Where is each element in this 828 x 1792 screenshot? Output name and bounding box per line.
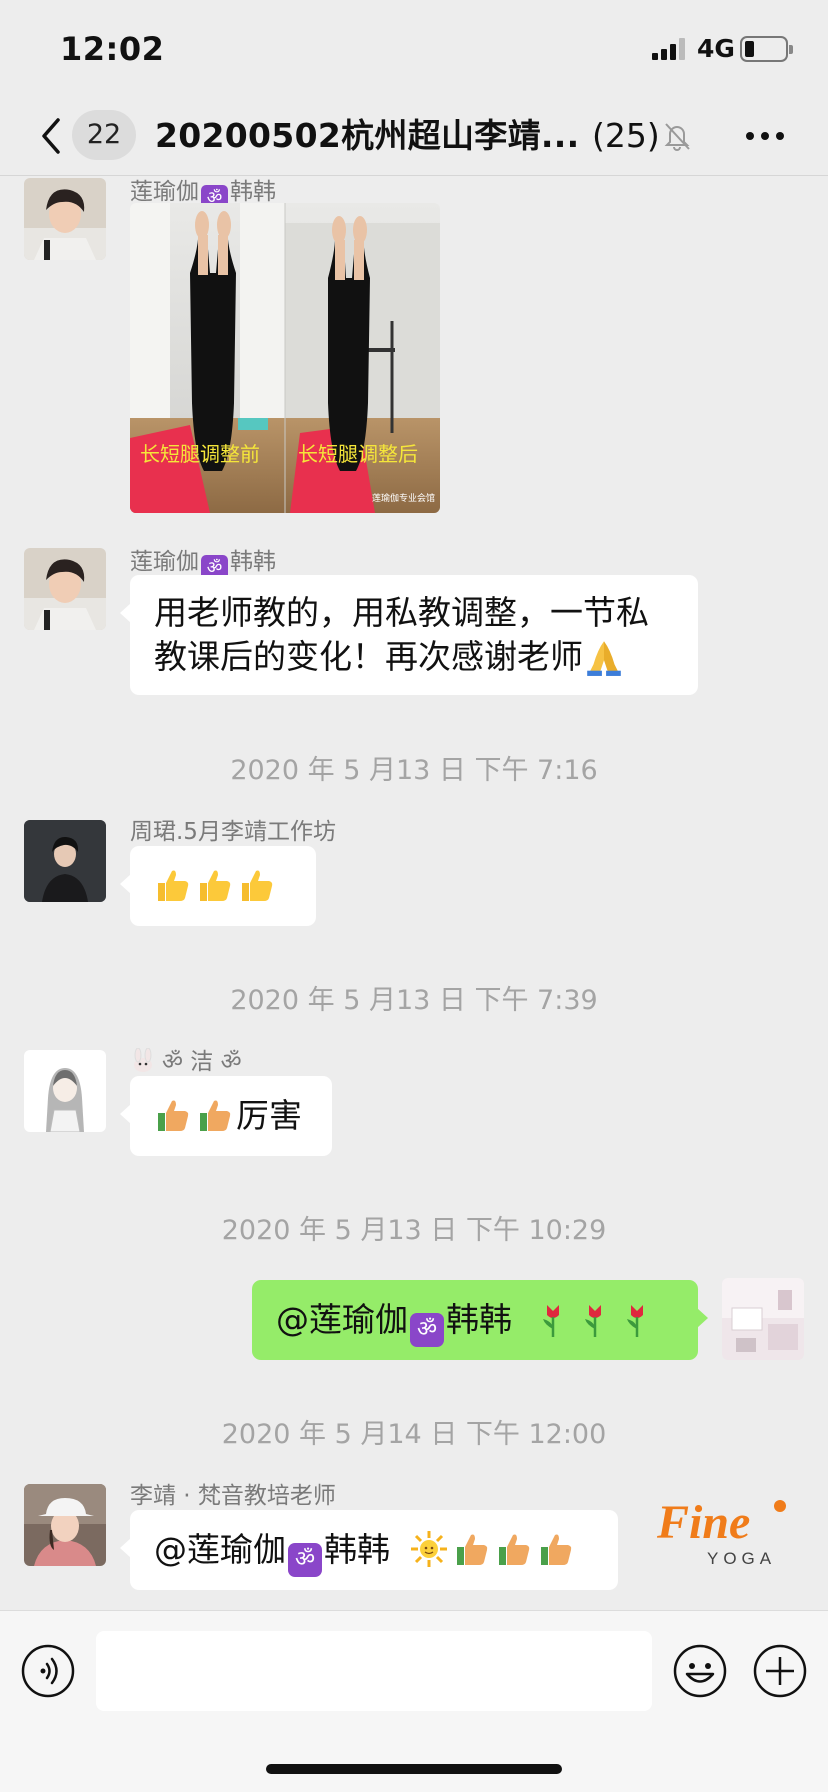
avatar-lian-yujia[interactable] [24,178,106,260]
thumbs-up-icon [158,870,189,901]
back-button[interactable] [36,110,66,162]
fine-yoga-watermark-logo: Fine YOGA [655,1492,790,1572]
member-count: (25) [592,116,660,155]
voice-icon [21,1644,75,1698]
timestamp: 2020 年 5 月13 日 下午 7:16 [230,755,598,786]
outgoing-message-bubble[interactable]: @莲瑜伽 ॐ 韩韩 [252,1280,708,1360]
tulip-icon [542,1305,559,1337]
tulip-icon [626,1305,643,1337]
thumbs-up-icon [540,1534,571,1565]
thumbs-up-icon [200,870,231,901]
more-options-button[interactable] [740,118,790,154]
avatar-lian-yujia[interactable] [24,548,106,630]
status-time: 12:02 [60,30,165,68]
thumbs-up-icon [456,1534,487,1565]
battery-icon [740,36,793,62]
om-emoji-icon: ॐ [410,1313,444,1347]
bell-slash-icon [664,123,690,151]
avatar-self[interactable] [722,1278,804,1360]
sender-name: 周珺.5月李靖工作坊 [130,819,336,845]
message-bubble[interactable]: 厉害 [120,1076,332,1156]
signal-icon [652,38,688,60]
message-input[interactable] [96,1631,652,1711]
image-caption-right: 长短腿调整后 [298,442,418,466]
chat-header: 22 20200502杭州超山李靖... (25) [0,96,828,176]
timestamp: 2020 年 5 月13 日 下午 10:29 [221,1215,607,1246]
emoji-button[interactable] [672,1643,728,1699]
message-text-line: 教课后的变化！再次感谢老师 [154,635,674,679]
folded-hands-icon [587,641,621,676]
chevron-left-icon [42,118,60,154]
network-type: 4G [697,34,735,63]
thumbs-up-icon [242,870,273,901]
message-bubble[interactable]: 用老师教的，用私教调整，一节私 教课后的变化！再次感谢老师 [120,575,698,695]
image-watermark-text: 莲瑜伽专业会馆 [372,492,435,504]
voice-input-button[interactable] [20,1643,76,1699]
thumbs-up-icon [158,1100,189,1131]
svg-text:YOGA: YOGA [707,1549,776,1568]
image-caption-left: 长短腿调整前 [140,442,260,466]
message-text: 厉害 [236,1096,302,1135]
avatar-jie[interactable] [24,1050,106,1132]
rabbit-icon [134,1047,152,1072]
chat-title: 20200502杭州超山李靖... [155,116,580,155]
svg-text:Fine: Fine [656,1496,750,1549]
yoga-comparison-image[interactable]: 长短腿调整前 长短腿调整后 莲瑜伽专业会馆 [130,203,440,513]
more-functions-button[interactable] [752,1643,808,1699]
thumbs-up-icon [498,1534,529,1565]
smiley-icon [673,1644,727,1698]
timestamp: 2020 年 5 月13 日 下午 7:39 [230,985,598,1016]
avatar-li-jing[interactable] [24,1484,106,1566]
sender-name: 李靖 · 梵音教培老师 [130,1483,336,1509]
home-indicator [266,1764,562,1774]
om-emoji-icon: ॐ [288,1543,322,1577]
sun-icon [410,1531,447,1567]
timestamp: 2020 年 5 月14 日 下午 12:00 [221,1419,607,1450]
unread-count-badge[interactable]: 22 [72,110,136,160]
message-text-line: 用老师教的，用私教调整，一节私 [154,593,649,632]
avatar-zhou-jun[interactable] [24,820,106,902]
status-bar: 12:02 4G [0,0,828,96]
thumbs-up-icon [200,1100,231,1131]
sender-name: ॐ 洁 ॐ [130,1042,242,1076]
tulip-icon [584,1305,601,1337]
message-bubble[interactable]: @莲瑜伽 ॐ 韩韩 [120,1510,618,1590]
plus-circle-icon [753,1644,807,1698]
message-bubble[interactable] [120,846,316,926]
